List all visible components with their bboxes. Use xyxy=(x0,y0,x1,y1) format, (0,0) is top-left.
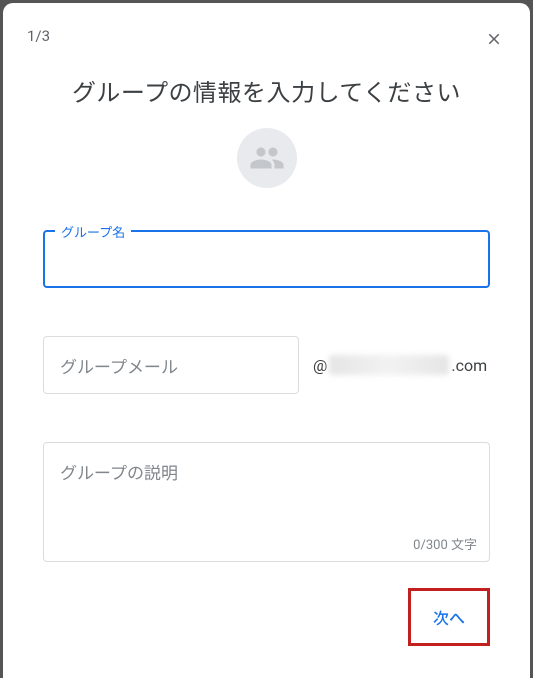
create-group-dialog: 1/3 グループの情報を入力してください グループ名 グループメール @ .co… xyxy=(3,3,530,678)
dialog-title: グループの情報を入力してください xyxy=(27,73,506,108)
step-indicator: 1/3 xyxy=(27,27,50,45)
next-button[interactable]: 次へ xyxy=(408,588,490,646)
group-email-input[interactable]: グループメール xyxy=(43,336,299,394)
group-description-input[interactable]: グループの説明 0/300 文字 xyxy=(43,442,490,562)
domain-suffix: .com xyxy=(451,356,487,375)
email-domain: @ .com xyxy=(313,355,487,375)
redacted-domain xyxy=(329,355,449,375)
group-description-field: グループの説明 0/300 文字 xyxy=(43,442,490,562)
dialog-footer: 次へ xyxy=(27,580,506,646)
group-icon xyxy=(249,140,285,176)
group-name-input-wrap: グループ名 xyxy=(43,230,490,288)
dialog-header: 1/3 xyxy=(27,27,506,51)
next-button-label: 次へ xyxy=(433,609,465,628)
group-name-field: グループ名 xyxy=(43,230,490,288)
group-email-row: グループメール @ .com xyxy=(43,336,490,394)
form: グループ名 グループメール @ .com グループの説明 0/300 文字 xyxy=(27,230,506,562)
group-email-placeholder: グループメール xyxy=(60,353,178,378)
group-avatar xyxy=(237,128,297,188)
at-symbol: @ xyxy=(313,356,327,375)
group-description-placeholder: グループの説明 xyxy=(60,459,473,484)
group-name-label: グループ名 xyxy=(55,222,131,241)
char-counter: 0/300 文字 xyxy=(413,534,477,553)
close-button[interactable] xyxy=(482,27,506,51)
close-icon xyxy=(485,30,503,48)
